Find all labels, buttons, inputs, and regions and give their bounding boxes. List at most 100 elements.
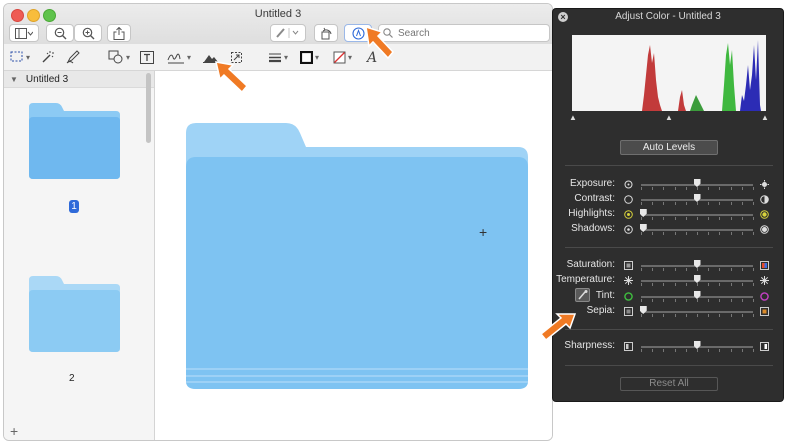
slider-tick [741,314,743,317]
slider-tick [708,202,710,205]
slider-tick [708,314,710,317]
slider-tick [730,349,732,352]
shadows-low-icon [624,225,633,234]
temperature-label: Temperature: [556,274,615,285]
slider-tick [663,232,665,235]
auto-levels-button[interactable]: Auto Levels [620,140,718,155]
fill-color-tool[interactable]: ▾ [333,48,352,66]
slider-tick [719,314,721,317]
slider-tick [719,283,721,286]
slider-tick [697,232,698,235]
slider-tick [685,299,687,302]
highlights-label: Highlights: [568,208,615,219]
highlight-button[interactable] [270,24,306,42]
slider-tick [674,268,676,271]
zoom-in-button[interactable] [74,24,102,42]
zoom-in-icon [82,27,94,39]
saturation-high-icon [760,261,769,270]
slider-tick [697,283,698,286]
highlights-track[interactable] [641,214,753,216]
instant-alpha-tool[interactable] [40,48,54,66]
slider-tick [730,299,732,302]
slider-tick [663,202,665,205]
slider-tick [685,349,687,352]
zoom-out-button[interactable] [46,24,74,42]
slider-tick [741,217,743,220]
rotate-button[interactable] [314,24,338,42]
border-color-tool[interactable]: ▾ [300,48,319,66]
levels-histogram [572,35,766,111]
exposure-high-icon [760,180,769,189]
slider-tick [674,299,676,302]
sign-tool[interactable]: ▾ [167,48,191,66]
slider-tick [641,232,642,235]
document-canvas[interactable] [155,71,552,440]
midtone-slider[interactable]: ▲ [665,113,673,122]
slider-tick [663,187,665,190]
view-menu-button[interactable] [9,24,39,42]
text-tool[interactable] [140,48,154,66]
chevron-down-icon: ▾ [126,52,131,62]
slider-tick [674,232,676,235]
sidebar-section-header[interactable]: ▼ Untitled 3 [4,71,154,88]
black-point-slider[interactable]: ▲ [569,113,577,122]
highlights-slider-row: Highlights: [553,207,785,222]
shadows-track[interactable] [641,229,753,231]
selection-tool[interactable]: ▾ [10,48,30,66]
share-button[interactable] [107,24,131,42]
shadows-label: Shadows: [571,223,615,234]
chevron-down-icon: ▾ [315,52,320,62]
slider-tick [753,314,754,317]
slider-tick [641,314,642,317]
slider-tick [652,299,654,302]
divider [565,247,773,248]
slider-tick [741,299,743,302]
disclosure-triangle-icon[interactable]: ▼ [10,75,18,84]
saturation-low-icon [624,261,633,270]
slider-tick [719,299,721,302]
slider-tick [652,187,654,190]
slider-tick [697,217,698,220]
shape-style-tool[interactable]: ▾ [268,48,288,66]
chevron-down-icon: ▾ [187,52,192,62]
slider-tick [685,187,687,190]
contrast-high-icon [760,195,769,204]
add-page-button[interactable]: + [10,423,18,439]
contrast-label: Contrast: [574,193,615,204]
slider-tick [708,232,710,235]
border-color-icon [300,50,313,64]
slider-tick [652,202,654,205]
slider-tick [685,217,687,220]
title-bar: Untitled 3 [4,4,552,45]
text-box-icon [140,50,154,64]
sketch-tool[interactable] [66,48,80,66]
exposure-low-icon [624,180,633,189]
markup-toolbar: ▾ ▾ ▾ ▾ ▾ ▾ A [4,44,552,71]
white-point-slider[interactable]: ▲ [761,113,769,122]
sepia-high-icon [760,307,769,316]
sidebar-scrollbar[interactable] [146,73,151,143]
exposure-label: Exposure: [569,178,615,189]
search-input[interactable] [396,26,540,40]
slider-tick [663,217,665,220]
slider-tick [697,202,698,205]
search-field[interactable] [378,24,550,42]
contrast-low-icon [624,195,633,204]
highlights-low-icon [624,210,633,219]
sepia-track[interactable] [641,311,753,313]
document-name: Untitled 3 [25,73,69,85]
sharpness-low-icon [624,342,633,351]
pencil-icon [66,50,80,64]
shapes-icon [108,50,123,64]
page-thumbnail-2[interactable] [26,274,122,354]
slider-tick [741,187,743,190]
slider-tick [652,232,654,235]
shapes-tool[interactable]: ▾ [108,48,130,66]
slider-tick [652,268,654,271]
slider-tick [685,314,687,317]
slider-tick [753,217,754,220]
slider-tick [719,217,721,220]
reset-all-button[interactable]: Reset All [620,377,718,391]
divider [565,365,773,366]
page-thumbnail-1[interactable] [26,101,122,181]
